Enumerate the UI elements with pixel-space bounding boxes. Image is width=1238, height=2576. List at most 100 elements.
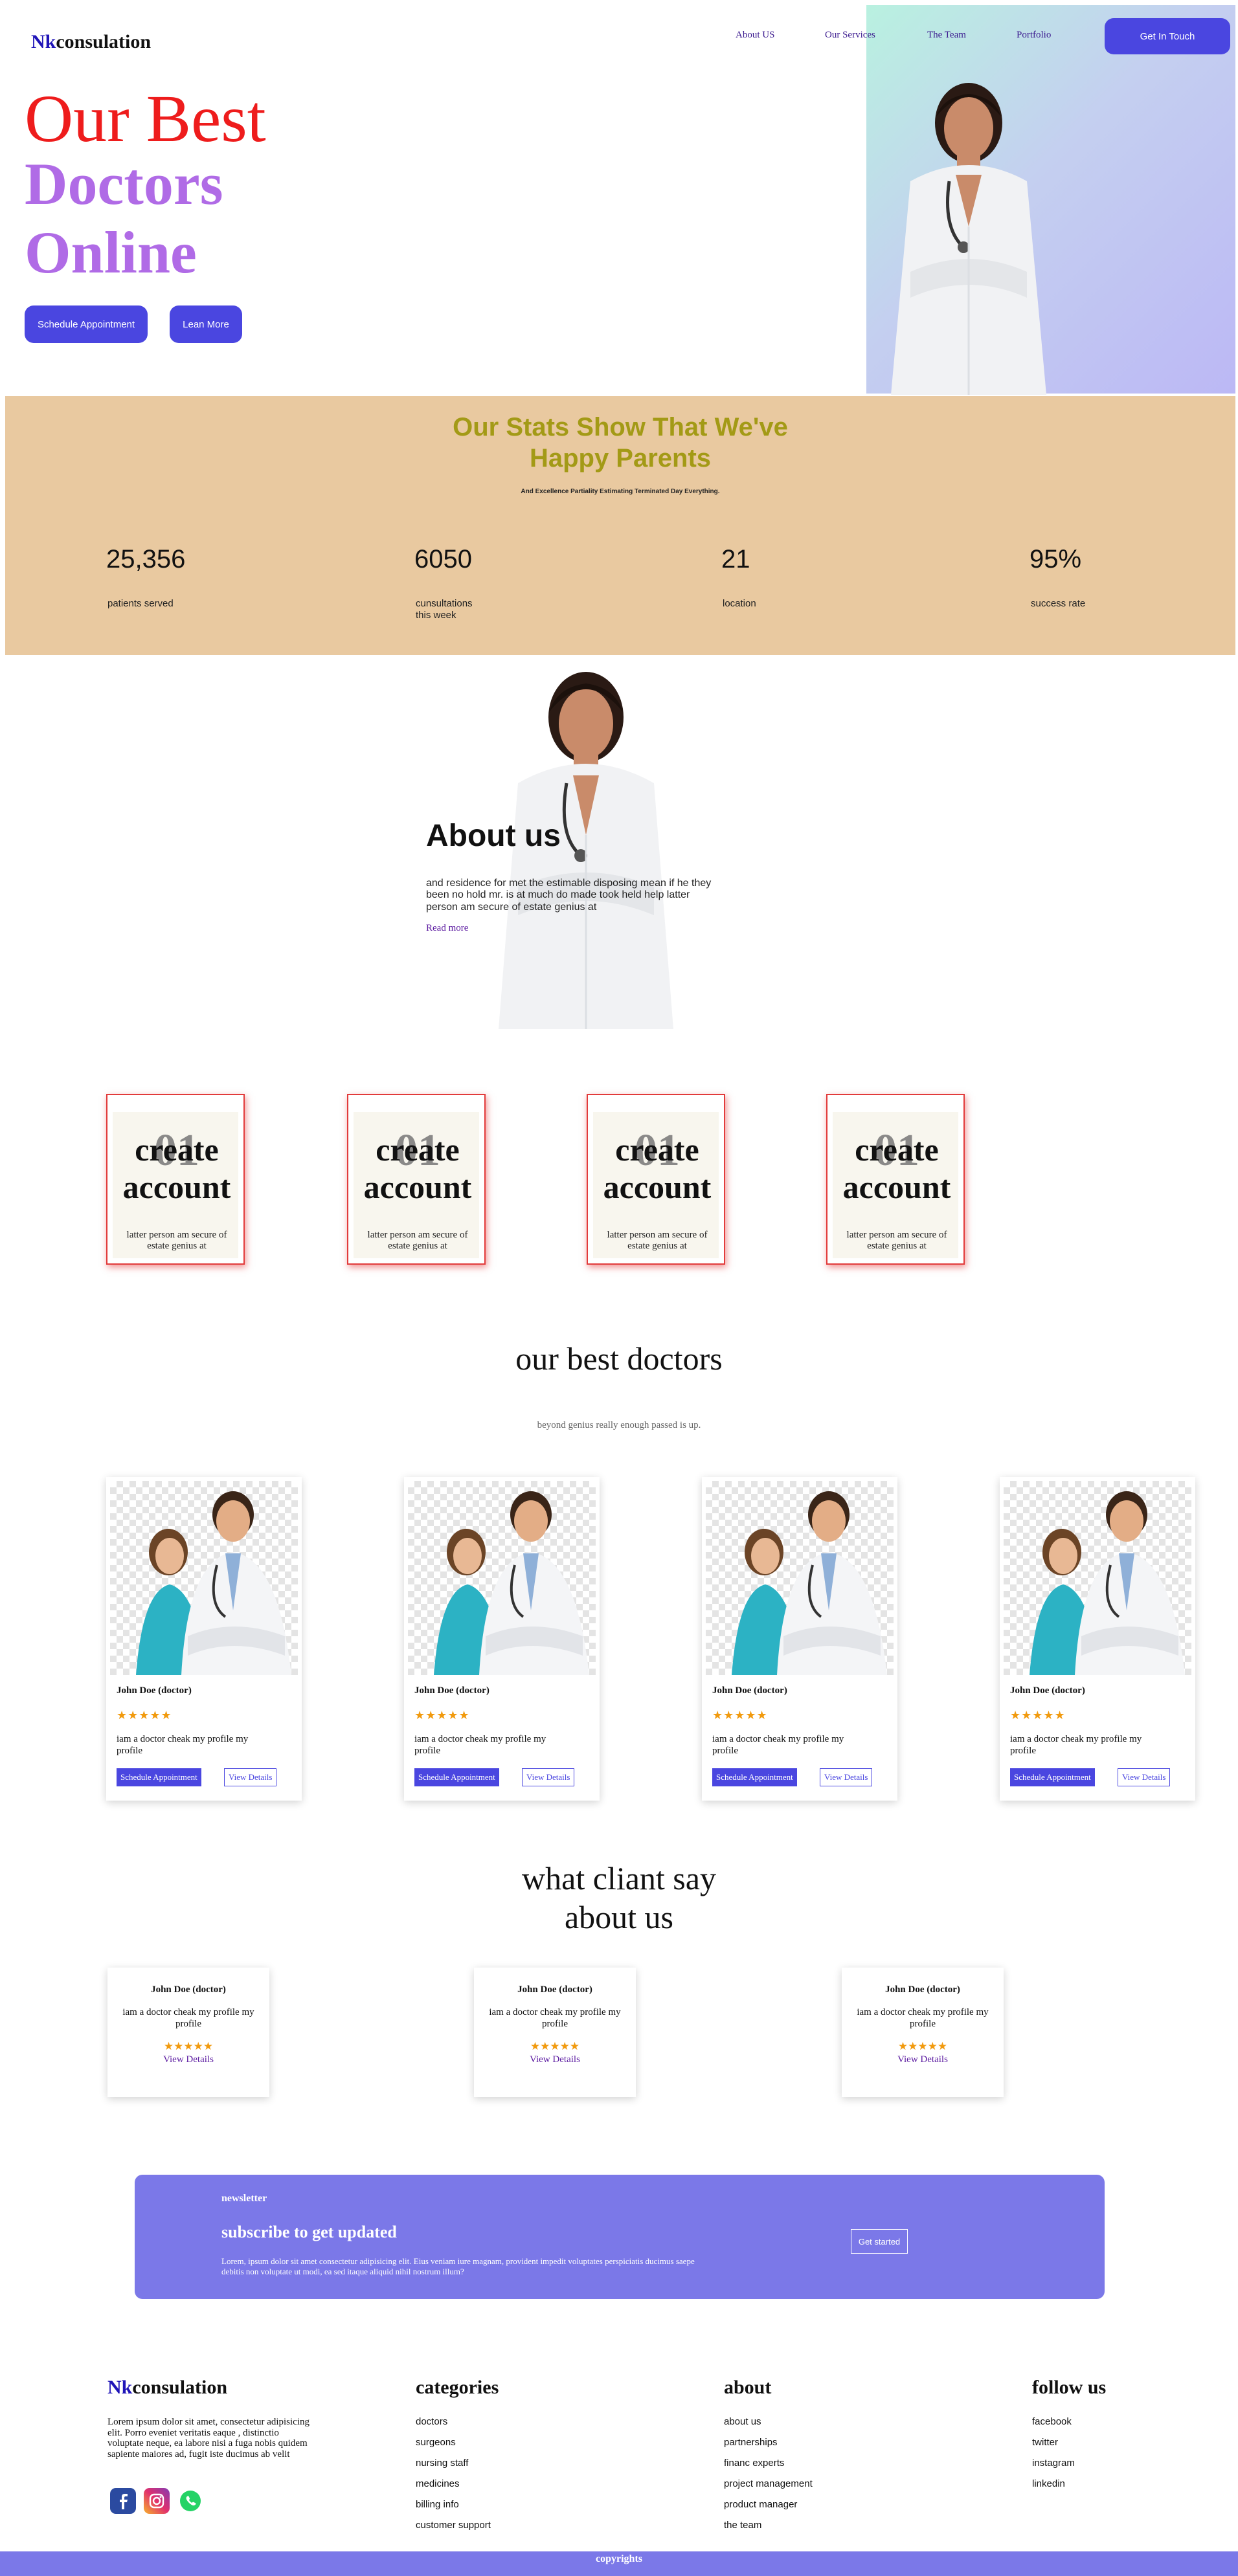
testimonials-title-line-1: what cliant say	[522, 1860, 716, 1896]
footer-link[interactable]: about us	[724, 2415, 813, 2436]
feature-card[interactable]: 01 create account latter person am secur…	[826, 1094, 965, 1265]
feature-card[interactable]: 01 create account latter person am secur…	[587, 1094, 725, 1265]
doctor-card[interactable]: John Doe (doctor) ★★★★★ iam a doctor che…	[106, 1477, 302, 1801]
footer-link[interactable]: billing info	[416, 2498, 491, 2519]
nav-about-us[interactable]: About US	[736, 30, 774, 41]
stat-value: 6050	[414, 545, 472, 573]
footer-logo[interactable]: Nkconsulation	[107, 2377, 227, 2399]
newsletter-banner: newsletter subscribe to get updated Lore…	[135, 2175, 1105, 2299]
view-details-link[interactable]: View Details	[107, 2054, 269, 2065]
footer-link[interactable]: instagram	[1032, 2457, 1075, 2478]
view-details-button[interactable]: View Details	[224, 1768, 277, 1786]
stat-label: success rate	[1031, 598, 1086, 609]
doctor-description: iam a doctor cheak my profile my profile	[414, 1734, 546, 1756]
rating-stars: ★★★★★	[712, 1709, 768, 1722]
doctor-card[interactable]: John Doe (doctor) ★★★★★ iam a doctor che…	[1000, 1477, 1195, 1801]
schedule-appointment-button[interactable]: Schedule Appointment	[414, 1768, 499, 1786]
footer-link[interactable]: project management	[724, 2478, 813, 2498]
feature-card[interactable]: 01 create account latter person am secur…	[347, 1094, 486, 1265]
view-details-link[interactable]: View Details	[842, 2054, 1004, 2065]
rating-stars: ★★★★★	[414, 1709, 470, 1722]
footer-link[interactable]: the team	[724, 2519, 813, 2540]
footer-link[interactable]: medicines	[416, 2478, 491, 2498]
testimonial-card: John Doe (doctor) iam a doctor cheak my …	[474, 1968, 636, 2097]
get-in-touch-button[interactable]: Get In Touch	[1105, 18, 1230, 54]
feature-text: latter person am secure of estate genius…	[367, 1230, 468, 1252]
feature-title: create account	[122, 1131, 231, 1205]
rating-stars: ★★★★★	[530, 2040, 580, 2052]
doctor-card[interactable]: John Doe (doctor) ★★★★★ iam a doctor che…	[404, 1477, 600, 1801]
nav-our-services[interactable]: Our Services	[825, 30, 875, 41]
stats-subtitle: And Excellence Partiality Estimating Ter…	[521, 488, 720, 495]
feature-text: latter person am secure of estate genius…	[126, 1230, 227, 1252]
view-details-link[interactable]: View Details	[474, 2054, 636, 2065]
doctor-card[interactable]: John Doe (doctor) ★★★★★ iam a doctor che…	[702, 1477, 897, 1801]
doctor-photo	[1004, 1481, 1191, 1675]
nav-the-team[interactable]: The Team	[927, 30, 966, 41]
rating-stars: ★★★★★	[897, 2040, 948, 2052]
doctor-name: John Doe (doctor)	[117, 1685, 192, 1696]
rating-stars: ★★★★★	[117, 1709, 172, 1722]
view-details-button[interactable]: View Details	[522, 1768, 575, 1786]
schedule-appointment-button[interactable]: Schedule Appointment	[712, 1768, 797, 1786]
view-details-button[interactable]: View Details	[820, 1768, 873, 1786]
footer-link[interactable]: facebook	[1032, 2415, 1075, 2436]
footer-link[interactable]: twitter	[1032, 2436, 1075, 2457]
nav-portfolio[interactable]: Portfolio	[1017, 30, 1051, 41]
footer-link[interactable]: financ experts	[724, 2457, 813, 2478]
testimonial-card: John Doe (doctor) iam a doctor cheak my …	[842, 1968, 1004, 2097]
footer-link[interactable]: linkedin	[1032, 2478, 1075, 2498]
footer-logo-nk: Nk	[107, 2377, 133, 2398]
whatsapp-icon[interactable]	[177, 2488, 203, 2514]
testimonials-title-line-2: about us	[564, 1899, 674, 1935]
schedule-appointment-button[interactable]: Schedule Appointment	[1010, 1768, 1095, 1786]
testimonial-text: iam a doctor cheak my profile my profile	[857, 2007, 989, 2029]
stat-value: 21	[721, 545, 750, 573]
footer-follow-list: facebook twitter instagram linkedin	[1032, 2415, 1075, 2498]
schedule-appointment-button[interactable]: Schedule Appointment	[25, 305, 148, 343]
site-logo[interactable]: Nkconsulation	[31, 31, 151, 53]
read-more-link[interactable]: Read more	[426, 923, 468, 934]
footer-about-list: about us partnerships financ experts pro…	[724, 2415, 813, 2540]
footer-link[interactable]: surgeons	[416, 2436, 491, 2457]
hero-title-line-1: Our Best	[25, 82, 266, 156]
doctor-photo	[706, 1481, 894, 1675]
schedule-appointment-button[interactable]: Schedule Appointment	[117, 1768, 201, 1786]
hero-title-line-3: Online	[25, 219, 197, 285]
about-title: About us	[426, 819, 561, 853]
view-details-button[interactable]: View Details	[1118, 1768, 1171, 1786]
footer-link[interactable]: product manager	[724, 2498, 813, 2519]
doctor-photo	[110, 1481, 298, 1675]
hero-doctor-image	[891, 83, 1046, 395]
testimonial-name: John Doe (doctor)	[151, 1984, 226, 1995]
footer-link[interactable]: doctors	[416, 2415, 491, 2436]
logo-text: consulation	[56, 31, 152, 52]
stat-value: 95%	[1030, 545, 1082, 573]
stat-label: cunsultations this week	[416, 598, 473, 621]
doctor-name: John Doe (doctor)	[1010, 1685, 1085, 1696]
doctors-pair-image	[136, 1491, 291, 1675]
testimonial-name: John Doe (doctor)	[885, 1984, 960, 1995]
doctor-description: iam a doctor cheak my profile my profile	[1010, 1734, 1142, 1756]
feature-card[interactable]: 01 create account latter person am secur…	[106, 1094, 245, 1265]
footer-link[interactable]: customer support	[416, 2519, 491, 2540]
feature-title: create account	[842, 1131, 951, 1205]
get-started-button[interactable]: Get started	[851, 2229, 908, 2254]
footer-link[interactable]: nursing staff	[416, 2457, 491, 2478]
stat-label: location	[723, 598, 756, 609]
learn-more-button[interactable]: Lean More	[170, 305, 242, 343]
rating-stars: ★★★★★	[163, 2040, 214, 2052]
stats-title: Our Stats Show That We've Happy Parents	[5, 412, 1235, 474]
stat-label: patients served	[107, 598, 174, 609]
stat-value: 25,356	[106, 545, 186, 573]
instagram-icon[interactable]	[144, 2488, 170, 2514]
footer-follow-title: follow us	[1032, 2377, 1107, 2398]
footer-categories-list: doctors surgeons nursing staff medicines…	[416, 2415, 491, 2540]
facebook-icon[interactable]	[110, 2488, 136, 2514]
newsletter-text: Lorem, ipsum dolor sit amet consectetur …	[221, 2256, 695, 2276]
footer-link[interactable]: partnerships	[724, 2436, 813, 2457]
testimonial-card: John Doe (doctor) iam a doctor cheak my …	[107, 1968, 269, 2097]
doctor-name: John Doe (doctor)	[712, 1685, 787, 1696]
feature-text: latter person am secure of estate genius…	[607, 1230, 708, 1252]
doctors-section-title: our best doctors	[515, 1340, 723, 1377]
